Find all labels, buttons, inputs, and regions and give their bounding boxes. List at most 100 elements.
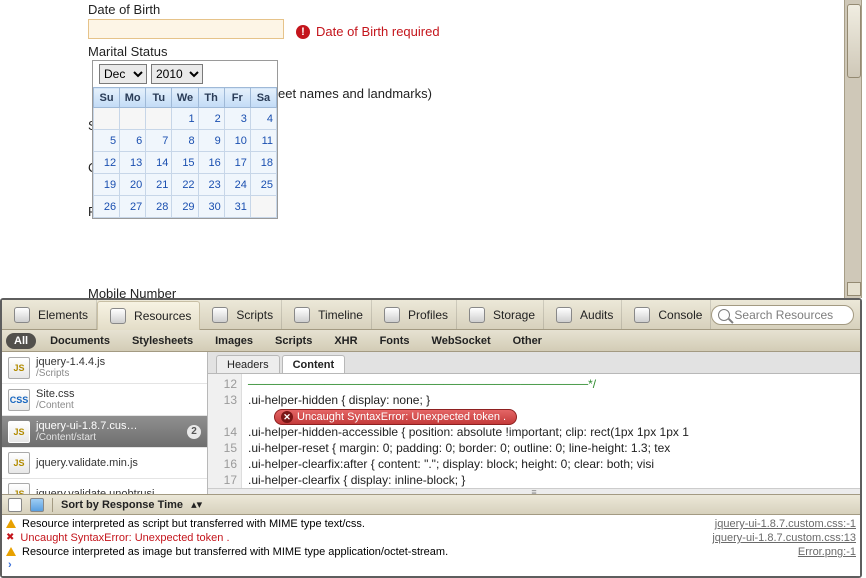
devtools-tab-storage[interactable]: Storage	[457, 300, 544, 329]
calendar-day[interactable]: 2	[198, 108, 224, 130]
calendar-day[interactable]: 31	[224, 196, 250, 218]
calendar-day[interactable]: 12	[94, 152, 120, 174]
devtools-tab-audits[interactable]: Audits	[544, 300, 622, 329]
filter-xhr[interactable]: XHR	[326, 333, 365, 349]
resource-item[interactable]: CSSSite.css/Content	[2, 384, 207, 416]
code-line[interactable]: .ui-helper-clearfix:after { content: "."…	[248, 456, 860, 472]
calendar-day[interactable]: 13	[120, 152, 146, 174]
calendar-day[interactable]: 29	[172, 196, 198, 218]
tab-label: Console	[658, 308, 702, 322]
calendar-day[interactable]: 28	[146, 196, 172, 218]
devtools-tab-scripts[interactable]: Scripts	[200, 300, 282, 329]
devtools-tab-elements[interactable]: Elements	[2, 300, 97, 329]
resource-item[interactable]: JSjquery-1.4.4.js/Scripts	[2, 352, 207, 384]
error-count-badge: 2	[187, 425, 201, 439]
devtools-footer: Sort by Response Time ▴▾ Resource interp…	[2, 494, 860, 576]
list-icon[interactable]	[30, 498, 44, 512]
dow-mo: Mo	[120, 88, 146, 108]
inline-error-bubble[interactable]: ✕Uncaught SyntaxError: Unexpected token …	[274, 409, 517, 425]
filter-images[interactable]: Images	[207, 333, 261, 349]
calendar-day[interactable]: 11	[250, 130, 276, 152]
scrollbar-down[interactable]	[847, 282, 861, 296]
calendar-day[interactable]: 8	[172, 130, 198, 152]
calendar-day[interactable]: 3	[224, 108, 250, 130]
filter-websocket[interactable]: WebSocket	[424, 333, 499, 349]
clear-console-icon[interactable]	[8, 498, 22, 512]
calendar-day[interactable]: 17	[224, 152, 250, 174]
console-prompt[interactable]: ›	[6, 559, 856, 571]
filter-documents[interactable]: Documents	[42, 333, 118, 349]
calendar-day[interactable]: 14	[146, 152, 172, 174]
filter-all[interactable]: All	[6, 333, 36, 349]
datepicker-month[interactable]: Dec	[99, 64, 147, 84]
calendar-day[interactable]: 18	[250, 152, 276, 174]
code-line[interactable]: .ui-helper-clearfix { display: inline-bl…	[248, 472, 860, 488]
devtools-toolbar: ElementsResourcesScriptsTimelineProfiles…	[2, 300, 860, 330]
datepicker[interactable]: Dec 2010 SuMoTuWeThFrSa 1234567891011121…	[92, 60, 278, 219]
console-row[interactable]: ✖Uncaught SyntaxError: Unexpected token …	[6, 531, 856, 545]
sort-arrows-icon[interactable]: ▴▾	[191, 498, 202, 511]
calendar-day[interactable]: 6	[120, 130, 146, 152]
calendar-day[interactable]: 24	[224, 174, 250, 196]
error-icon: ✖	[6, 531, 14, 545]
sort-bar: Sort by Response Time ▴▾	[2, 495, 860, 515]
search-placeholder: Search Resources	[734, 308, 833, 322]
calendar-day[interactable]: 22	[172, 174, 198, 196]
calendar-day[interactable]: 21	[146, 174, 172, 196]
filter-other[interactable]: Other	[505, 333, 550, 349]
calendar-day[interactable]: 4	[250, 108, 276, 130]
resource-list[interactable]: JSjquery-1.4.4.js/ScriptsCSSSite.css/Con…	[2, 352, 208, 494]
source-viewer[interactable]: 1213141516171819 ───────────────────────…	[208, 374, 860, 488]
resource-item[interactable]: JSjquery.validate.min.js	[2, 448, 207, 479]
storage-icon	[469, 307, 485, 323]
resource-item[interactable]: JSjquery-ui-1.8.7.cus…/Content/start2	[2, 416, 207, 448]
calendar-day[interactable]: 20	[120, 174, 146, 196]
calendar-day[interactable]: 15	[172, 152, 198, 174]
tab-headers[interactable]: Headers	[216, 355, 280, 373]
page-scrollbar[interactable]	[844, 0, 862, 298]
calendar-day[interactable]: 7	[146, 130, 172, 152]
calendar-day[interactable]: 1	[172, 108, 198, 130]
devtools-tab-console[interactable]: Console	[622, 300, 711, 329]
devtools-tab-resources[interactable]: Resources	[97, 301, 200, 330]
calendar-day[interactable]: 19	[94, 174, 120, 196]
code-line[interactable]: ✕Uncaught SyntaxError: Unexpected token …	[248, 408, 860, 424]
console-source-link[interactable]: Error.png:-1	[798, 545, 856, 559]
filter-stylesheets[interactable]: Stylesheets	[124, 333, 201, 349]
console-source-link[interactable]: jquery-ui-1.8.7.custom.css:-1	[715, 517, 856, 531]
console-source-link[interactable]: jquery-ui-1.8.7.custom.css:13	[712, 531, 856, 545]
console-output[interactable]: Resource interpreted as script but trans…	[2, 515, 860, 577]
sort-label[interactable]: Sort by Response Time	[61, 499, 183, 511]
code-line[interactable]: ────────────────────────────────────────…	[248, 376, 860, 392]
devtools-tab-timeline[interactable]: Timeline	[282, 300, 372, 329]
calendar-day	[146, 108, 172, 130]
calendar-day[interactable]: 25	[250, 174, 276, 196]
code-line[interactable]: .ui-helper-reset { margin: 0; padding: 0…	[248, 440, 860, 456]
resource-path: /Scripts	[36, 368, 105, 379]
code-line[interactable]: .ui-helper-hidden { display: none; }	[248, 392, 860, 408]
calendar-day[interactable]: 5	[94, 130, 120, 152]
warning-icon	[6, 547, 16, 556]
dow-fr: Fr	[224, 88, 250, 108]
datepicker-year[interactable]: 2010	[151, 64, 203, 84]
filter-scripts[interactable]: Scripts	[267, 333, 320, 349]
tab-content[interactable]: Content	[282, 355, 346, 373]
console-row[interactable]: Resource interpreted as image but transf…	[6, 545, 856, 559]
calendar-day[interactable]: 23	[198, 174, 224, 196]
resources-icon	[110, 308, 126, 324]
dob-input[interactable]	[88, 19, 284, 39]
resource-item[interactable]: JSjquery.validate.unobtrusi…	[2, 479, 207, 494]
calendar-day[interactable]: 16	[198, 152, 224, 174]
devtools-tab-profiles[interactable]: Profiles	[372, 300, 457, 329]
datepicker-calendar: SuMoTuWeThFrSa 1234567891011121314151617…	[93, 87, 277, 218]
calendar-day[interactable]: 26	[94, 196, 120, 218]
scrollbar-thumb[interactable]	[847, 4, 861, 78]
calendar-day[interactable]: 10	[224, 130, 250, 152]
devtools-search[interactable]: Search Resources	[711, 305, 854, 325]
console-row[interactable]: Resource interpreted as script but trans…	[6, 517, 856, 531]
calendar-day[interactable]: 27	[120, 196, 146, 218]
code-line[interactable]: .ui-helper-hidden-accessible { position:…	[248, 424, 860, 440]
calendar-day[interactable]: 30	[198, 196, 224, 218]
filter-fonts[interactable]: Fonts	[372, 333, 418, 349]
calendar-day[interactable]: 9	[198, 130, 224, 152]
